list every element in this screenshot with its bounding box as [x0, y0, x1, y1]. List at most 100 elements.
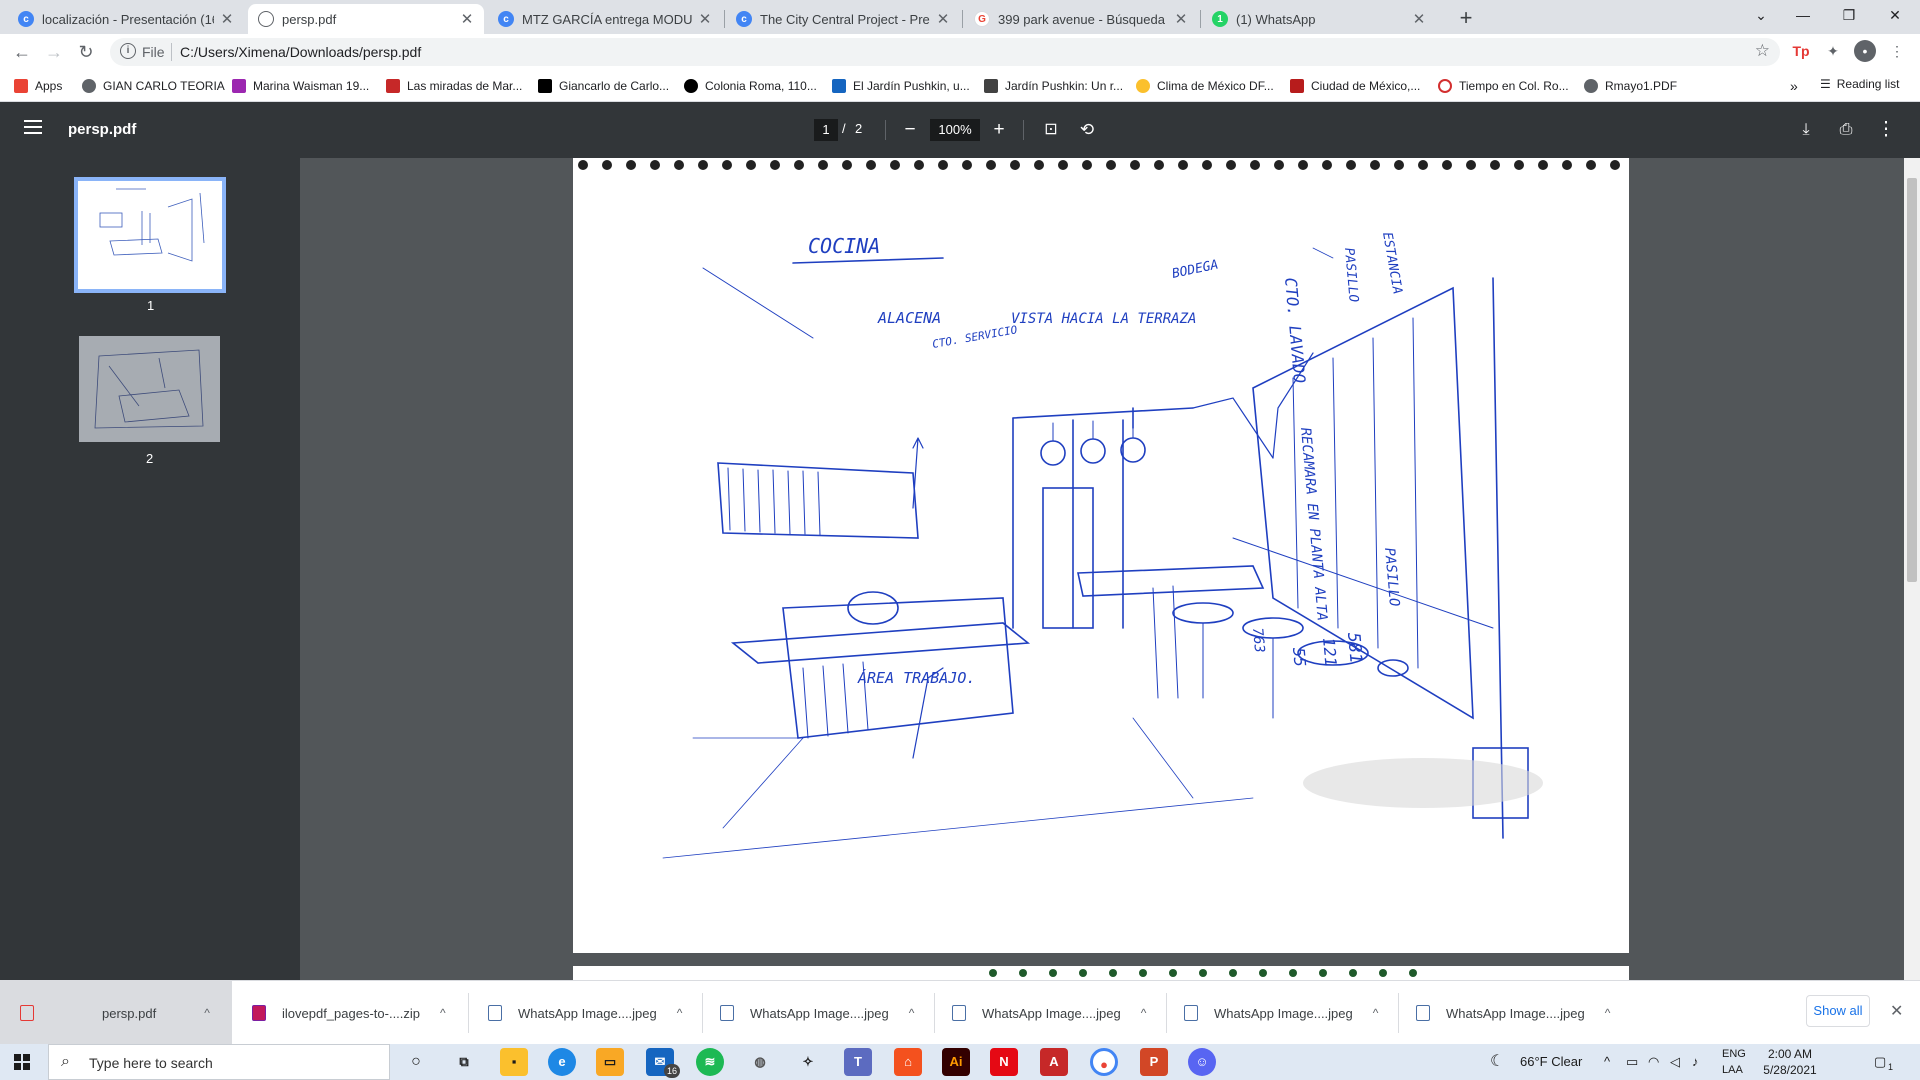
- window-close-icon[interactable]: ✕: [1872, 0, 1918, 34]
- close-icon[interactable]: ✕: [698, 10, 712, 28]
- discord-icon[interactable]: ☺: [1188, 1048, 1216, 1076]
- bookmark-jardin-2[interactable]: Jardín Pushkin: Un r...: [984, 77, 1123, 95]
- chevron-up-icon[interactable]: ^: [1605, 1006, 1611, 1020]
- pdf-viewer[interactable]: COCINA ALACENA CTO. SERVICIO VISTA HACIA…: [300, 158, 1904, 980]
- close-icon[interactable]: ✕: [1412, 10, 1426, 28]
- download-item[interactable]: ilovepdf_pages-to-....zip ^: [252, 981, 446, 1045]
- network-app-icon[interactable]: ◍: [746, 1048, 774, 1076]
- back-arrow-icon[interactable]: ←: [8, 40, 36, 66]
- inkscape-icon[interactable]: ✧: [794, 1048, 822, 1076]
- info-icon[interactable]: i: [120, 43, 136, 59]
- zoom-out-icon[interactable]: −: [896, 116, 924, 144]
- reading-list-button[interactable]: ☰ Reading list: [1820, 77, 1899, 91]
- bookmark-marina[interactable]: Marina Waisman 19...: [232, 77, 369, 95]
- download-item[interactable]: persp.pdf ^: [0, 981, 232, 1045]
- extensions-puzzle-icon[interactable]: ✦: [1822, 40, 1844, 62]
- sketchup-icon[interactable]: ⌂: [894, 1048, 922, 1076]
- cortana-icon[interactable]: ○: [402, 1048, 430, 1076]
- speaker-icon[interactable]: ◁: [1670, 1044, 1680, 1080]
- zoom-level-input[interactable]: 100%: [930, 119, 980, 141]
- chevron-up-icon[interactable]: ^: [677, 1006, 683, 1020]
- bookmark-star-icon[interactable]: ☆: [1755, 41, 1770, 61]
- download-item[interactable]: WhatsApp Image....jpeg ^: [720, 981, 914, 1045]
- more-options-icon[interactable]: ⋮: [1872, 116, 1900, 144]
- url-text[interactable]: C:/Users/Ximena/Downloads/persp.pdf: [180, 44, 421, 60]
- chevron-up-icon[interactable]: ^: [1373, 1006, 1379, 1020]
- bookmark-gian-carlo[interactable]: GIAN CARLO TEORIA: [82, 77, 225, 95]
- tab-mtz-garcia[interactable]: c MTZ GARCÍA entrega MODULO 3 ✕: [488, 4, 722, 34]
- close-icon[interactable]: ✕: [936, 10, 950, 28]
- sticky-notes-icon[interactable]: ▪: [500, 1048, 528, 1076]
- scrollbar-thumb[interactable]: [1907, 178, 1917, 582]
- battery-icon[interactable]: ▭: [1626, 1044, 1638, 1080]
- netflix-icon[interactable]: N: [990, 1048, 1018, 1076]
- tab-whatsapp[interactable]: 1 (1) WhatsApp ✕: [1202, 4, 1436, 34]
- wifi-icon[interactable]: ◠: [1648, 1044, 1659, 1080]
- autocad-icon[interactable]: A: [1040, 1048, 1068, 1076]
- teams-icon[interactable]: T: [844, 1048, 872, 1076]
- minimize-icon[interactable]: —: [1780, 0, 1826, 34]
- tab-persp-pdf[interactable]: persp.pdf ✕: [248, 4, 484, 34]
- show-all-button[interactable]: Show all: [1806, 995, 1870, 1027]
- taskbar-search[interactable]: ⌕ Type here to search: [48, 1044, 390, 1080]
- taskbar-clock[interactable]: 2:00 AM 5/28/2021: [1760, 1046, 1820, 1078]
- download-icon[interactable]: ⤓: [1792, 116, 1820, 144]
- weather-text[interactable]: 66°F Clear: [1520, 1044, 1582, 1080]
- page-thumbnail-1[interactable]: [74, 177, 226, 293]
- illustrator-icon[interactable]: Ai: [942, 1048, 970, 1076]
- edge-icon[interactable]: e: [548, 1048, 576, 1076]
- language-indicator[interactable]: ENG LAA: [1722, 1046, 1746, 1078]
- chevron-up-icon[interactable]: ^: [1604, 1044, 1610, 1080]
- bookmark-clima[interactable]: Clima de México DF...: [1136, 77, 1274, 95]
- bookmark-ciudad[interactable]: Ciudad de México,...: [1290, 77, 1420, 95]
- microphone-icon[interactable]: ♪: [1692, 1044, 1699, 1080]
- zoom-in-icon[interactable]: +: [985, 116, 1013, 144]
- download-item[interactable]: WhatsApp Image....jpeg ^: [1184, 981, 1378, 1045]
- address-bar[interactable]: i File C:/Users/Ximena/Downloads/persp.p…: [110, 38, 1780, 66]
- file-explorer-icon[interactable]: ▭: [596, 1048, 624, 1076]
- notification-icon[interactable]: ▢: [1874, 1044, 1886, 1080]
- chevron-up-icon[interactable]: ^: [1141, 1006, 1147, 1020]
- chevron-up-icon[interactable]: ^: [440, 1006, 446, 1020]
- close-icon[interactable]: ✕: [220, 10, 234, 28]
- rotate-icon[interactable]: ⟲: [1073, 116, 1101, 144]
- forward-arrow-icon[interactable]: →: [40, 40, 68, 66]
- menu-icon[interactable]: [24, 120, 42, 134]
- chevron-up-icon[interactable]: ^: [204, 1006, 210, 1020]
- bookmark-giancarlo[interactable]: Giancarlo de Carlo...: [538, 77, 669, 95]
- bookmark-miradas[interactable]: Las miradas de Mar...: [386, 77, 522, 95]
- reload-icon[interactable]: ↻: [72, 40, 100, 66]
- profile-avatar[interactable]: •: [1854, 40, 1876, 62]
- page-number-input[interactable]: 1: [814, 119, 838, 141]
- close-icon[interactable]: ✕: [460, 10, 474, 28]
- tab-localizacion[interactable]: c localización - Presentación (16:9) ✕: [8, 4, 244, 34]
- download-item[interactable]: WhatsApp Image....jpeg ^: [952, 981, 1146, 1045]
- bookmark-tiempo[interactable]: Tiempo en Col. Ro...: [1438, 77, 1569, 95]
- new-tab-button[interactable]: +: [1452, 5, 1480, 33]
- powerpoint-icon[interactable]: P: [1140, 1048, 1168, 1076]
- bookmark-apps[interactable]: Apps: [14, 77, 62, 95]
- extension-tp-icon[interactable]: Tp: [1790, 40, 1812, 62]
- tab-399-park[interactable]: G 399 park avenue - Búsqueda de G ✕: [964, 4, 1198, 34]
- download-item[interactable]: WhatsApp Image....jpeg ^: [488, 981, 682, 1045]
- page-thumbnail-2[interactable]: [79, 336, 220, 442]
- browser-menu-icon[interactable]: ⋮: [1886, 40, 1908, 62]
- print-icon[interactable]: ⎙: [1832, 116, 1860, 144]
- bookmark-rmayo[interactable]: Rmayo1.PDF: [1584, 77, 1677, 95]
- bookmarks-overflow-button[interactable]: »: [1790, 77, 1798, 95]
- weather-moon-icon[interactable]: ☾: [1490, 1044, 1504, 1080]
- windows-start-icon[interactable]: [14, 1054, 30, 1070]
- fit-to-page-icon[interactable]: ⊡: [1037, 116, 1065, 144]
- bookmark-jardin-1[interactable]: El Jardín Pushkin, u...: [832, 77, 970, 95]
- chevron-up-icon[interactable]: ^: [909, 1006, 915, 1020]
- maximize-icon[interactable]: ❐: [1826, 0, 1872, 34]
- spotify-icon[interactable]: ≋: [696, 1048, 724, 1076]
- tab-city-central[interactable]: c The City Central Project - Present ✕: [726, 4, 960, 34]
- close-icon[interactable]: ✕: [1174, 10, 1188, 28]
- task-view-icon[interactable]: ⧉: [450, 1048, 478, 1076]
- close-icon[interactable]: ✕: [1890, 1001, 1903, 1021]
- bookmark-colonia-roma[interactable]: Colonia Roma, 110...: [684, 77, 817, 95]
- tab-search-icon[interactable]: ⌄: [1738, 0, 1784, 34]
- chrome-icon[interactable]: ●: [1090, 1048, 1118, 1076]
- download-item[interactable]: WhatsApp Image....jpeg ^: [1416, 981, 1610, 1045]
